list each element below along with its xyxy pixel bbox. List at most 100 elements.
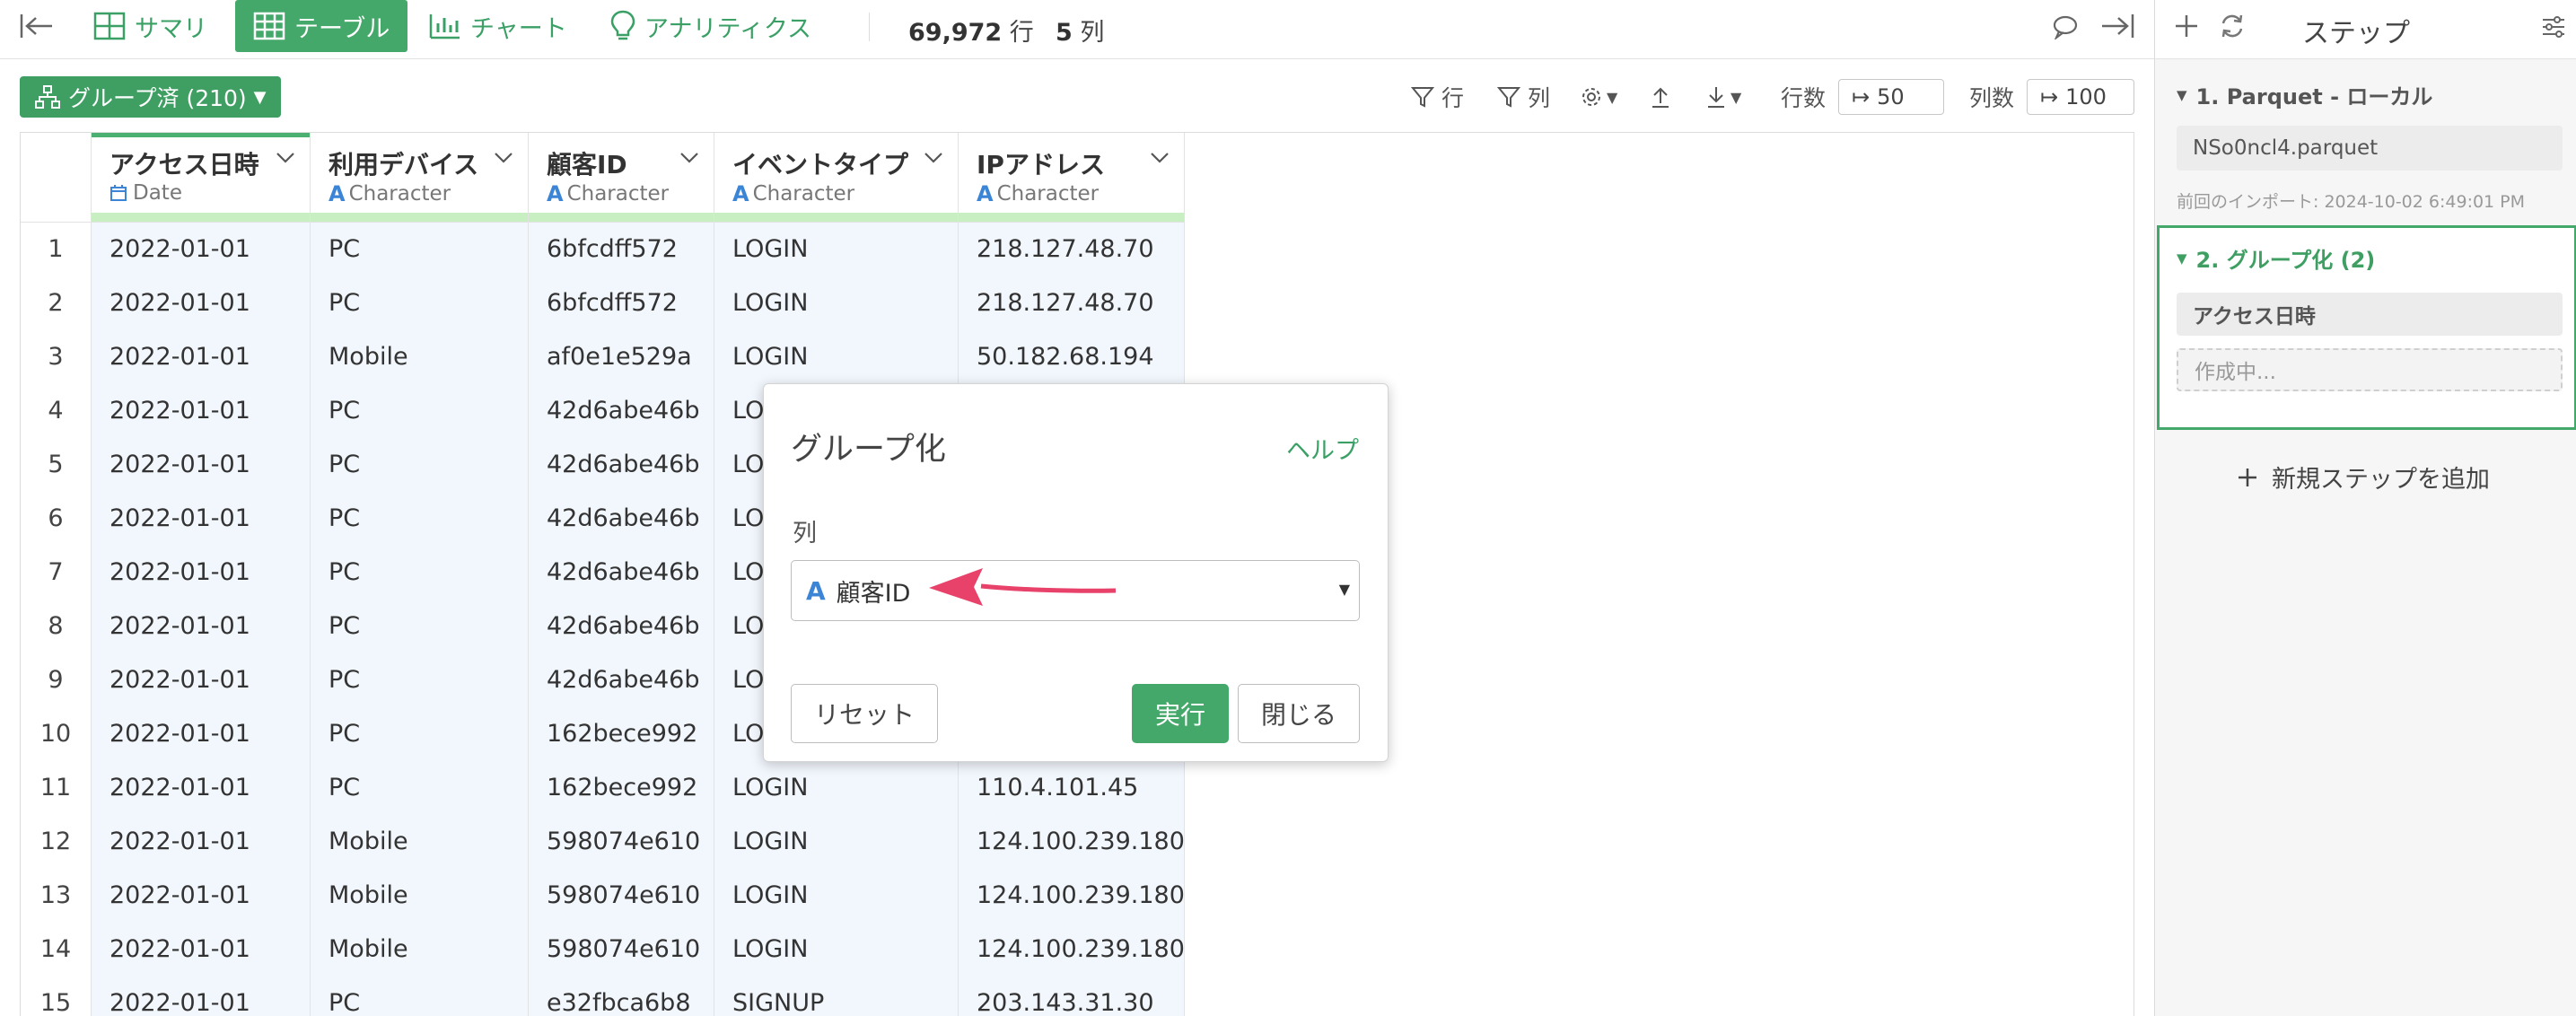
- table-cell[interactable]: PC: [311, 438, 529, 492]
- table-cell[interactable]: 2022-01-01: [92, 546, 311, 600]
- table-cell[interactable]: LOGIN: [714, 761, 959, 815]
- column-header[interactable]: イベントタイプ A Character: [714, 133, 959, 223]
- rows-input[interactable]: ↦ 50: [1838, 79, 1944, 115]
- table-cell[interactable]: 2022-01-01: [92, 438, 311, 492]
- table-cell[interactable]: 42d6abe46b: [529, 438, 714, 492]
- table-cell[interactable]: 2022-01-01: [92, 869, 311, 923]
- table-row[interactable]: 14 2022-01-01 Mobile 598074e610 LOGIN 124.100…: [21, 923, 1185, 977]
- table-row[interactable]: 12 2022-01-01 Mobile 598074e610 LOGIN 124.100…: [21, 815, 1185, 869]
- table-cell[interactable]: 598074e610: [529, 815, 714, 869]
- step-1-header[interactable]: ▼ 1. Parquet - ローカル: [2177, 79, 2432, 110]
- table-cell[interactable]: PC: [311, 761, 529, 815]
- column-header[interactable]: IPアドレス A Character: [959, 133, 1185, 223]
- table-cell[interactable]: 203.143.31.30: [959, 977, 1185, 1016]
- table-cell[interactable]: PC: [311, 653, 529, 707]
- help-link[interactable]: ヘルプ: [1286, 431, 1359, 466]
- table-cell[interactable]: 2022-01-01: [92, 600, 311, 653]
- table-cell[interactable]: 124.100.239.180: [959, 815, 1185, 869]
- table-cell[interactable]: LOGIN: [714, 923, 959, 977]
- group-badge-button[interactable]: グループ済 (210) ▼: [20, 76, 281, 118]
- table-cell[interactable]: 124.100.239.180: [959, 923, 1185, 977]
- comment-icon[interactable]: [2052, 14, 2079, 43]
- table-cell[interactable]: 598074e610: [529, 923, 714, 977]
- table-cell[interactable]: PC: [311, 707, 529, 761]
- cols-input[interactable]: ↦ 100: [2027, 79, 2134, 115]
- table-cell[interactable]: 42d6abe46b: [529, 384, 714, 438]
- upload-button[interactable]: [1650, 81, 1671, 113]
- chevron-down-icon[interactable]: [494, 151, 513, 168]
- table-cell[interactable]: 598074e610: [529, 869, 714, 923]
- table-cell[interactable]: PC: [311, 384, 529, 438]
- table-cell[interactable]: 2022-01-01: [92, 384, 311, 438]
- table-cell[interactable]: 6bfcdff572: [529, 223, 714, 276]
- table-cell[interactable]: 50.182.68.194: [959, 330, 1185, 384]
- table-cell[interactable]: LOGIN: [714, 869, 959, 923]
- table-cell[interactable]: PC: [311, 977, 529, 1016]
- table-cell[interactable]: 2022-01-01: [92, 815, 311, 869]
- table-cell[interactable]: 2022-01-01: [92, 707, 311, 761]
- table-cell[interactable]: 42d6abe46b: [529, 492, 714, 546]
- table-cell[interactable]: 2022-01-01: [92, 923, 311, 977]
- table-row[interactable]: 11 2022-01-01 PC 162bece992 LOGIN 110.4.101.4…: [21, 761, 1185, 815]
- tab-table[interactable]: テーブル: [235, 0, 408, 52]
- chevron-down-icon[interactable]: [1150, 151, 1170, 168]
- chevron-down-icon[interactable]: [924, 151, 943, 168]
- col-filter-button[interactable]: 列: [1497, 81, 1550, 113]
- settings-sliders-icon[interactable]: [2541, 14, 2566, 43]
- chevron-down-icon[interactable]: [679, 151, 699, 168]
- table-cell[interactable]: Mobile: [311, 815, 529, 869]
- table-cell[interactable]: PC: [311, 600, 529, 653]
- close-button[interactable]: 閉じる: [1238, 684, 1360, 743]
- table-cell[interactable]: SIGNUP: [714, 977, 959, 1016]
- table-cell[interactable]: Mobile: [311, 330, 529, 384]
- step-1-file[interactable]: NSo0ncl4.parquet: [2177, 126, 2563, 171]
- table-cell[interactable]: 2022-01-01: [92, 977, 311, 1016]
- table-row[interactable]: 13 2022-01-01 Mobile 598074e610 LOGIN 124.100…: [21, 869, 1185, 923]
- table-cell[interactable]: 42d6abe46b: [529, 600, 714, 653]
- table-cell[interactable]: 162bece992: [529, 761, 714, 815]
- add-step-button[interactable]: 新規ステップを追加: [2236, 460, 2490, 495]
- step-2-header[interactable]: ▼ 2. グループ化 (2): [2177, 242, 2375, 274]
- chevron-down-icon[interactable]: [276, 151, 295, 168]
- table-cell[interactable]: 6bfcdff572: [529, 276, 714, 330]
- table-cell[interactable]: Mobile: [311, 869, 529, 923]
- table-cell[interactable]: 2022-01-01: [92, 492, 311, 546]
- table-cell[interactable]: 218.127.48.70: [959, 223, 1185, 276]
- table-cell[interactable]: LOGIN: [714, 276, 959, 330]
- table-cell[interactable]: PC: [311, 492, 529, 546]
- collapse-right-icon[interactable]: [2100, 13, 2134, 43]
- reset-button[interactable]: リセット: [791, 684, 938, 743]
- table-cell[interactable]: PC: [311, 546, 529, 600]
- table-cell[interactable]: PC: [311, 276, 529, 330]
- column-header[interactable]: 顧客ID A Character: [529, 133, 714, 223]
- table-cell[interactable]: 110.4.101.45: [959, 761, 1185, 815]
- table-cell[interactable]: 124.100.239.180: [959, 869, 1185, 923]
- column-header[interactable]: アクセス日時 Date: [92, 133, 311, 223]
- table-cell[interactable]: LOGIN: [714, 223, 959, 276]
- table-cell[interactable]: 162bece992: [529, 707, 714, 761]
- table-cell[interactable]: LOGIN: [714, 330, 959, 384]
- collapse-left-icon[interactable]: [20, 13, 54, 43]
- table-cell[interactable]: 2022-01-01: [92, 761, 311, 815]
- table-cell[interactable]: af0e1e529a: [529, 330, 714, 384]
- tab-chart[interactable]: チャート: [429, 0, 567, 52]
- table-row[interactable]: 2 2022-01-01 PC 6bfcdff572 LOGIN 218.127.48.7…: [21, 276, 1185, 330]
- add-icon[interactable]: [2173, 13, 2200, 43]
- row-filter-button[interactable]: 行: [1411, 81, 1464, 113]
- download-dropdown[interactable]: ▼: [1705, 81, 1741, 113]
- table-cell[interactable]: Mobile: [311, 923, 529, 977]
- table-cell[interactable]: LOGIN: [714, 815, 959, 869]
- table-cell[interactable]: 42d6abe46b: [529, 546, 714, 600]
- table-cell[interactable]: 2022-01-01: [92, 223, 311, 276]
- refresh-icon[interactable]: [2218, 13, 2247, 43]
- tab-summary[interactable]: サマリ: [93, 0, 207, 52]
- table-cell[interactable]: 218.127.48.70: [959, 276, 1185, 330]
- step-2-item[interactable]: アクセス日時: [2177, 293, 2563, 336]
- table-row[interactable]: 1 2022-01-01 PC 6bfcdff572 LOGIN 218.127.48.7…: [21, 223, 1185, 276]
- table-cell[interactable]: 42d6abe46b: [529, 653, 714, 707]
- column-header[interactable]: 利用デバイス A Character: [311, 133, 529, 223]
- run-button[interactable]: 実行: [1132, 684, 1229, 743]
- table-row[interactable]: 15 2022-01-01 PC e32fbca6b8 SIGNUP 203.143.31…: [21, 977, 1185, 1016]
- table-cell[interactable]: 2022-01-01: [92, 653, 311, 707]
- table-cell[interactable]: 2022-01-01: [92, 330, 311, 384]
